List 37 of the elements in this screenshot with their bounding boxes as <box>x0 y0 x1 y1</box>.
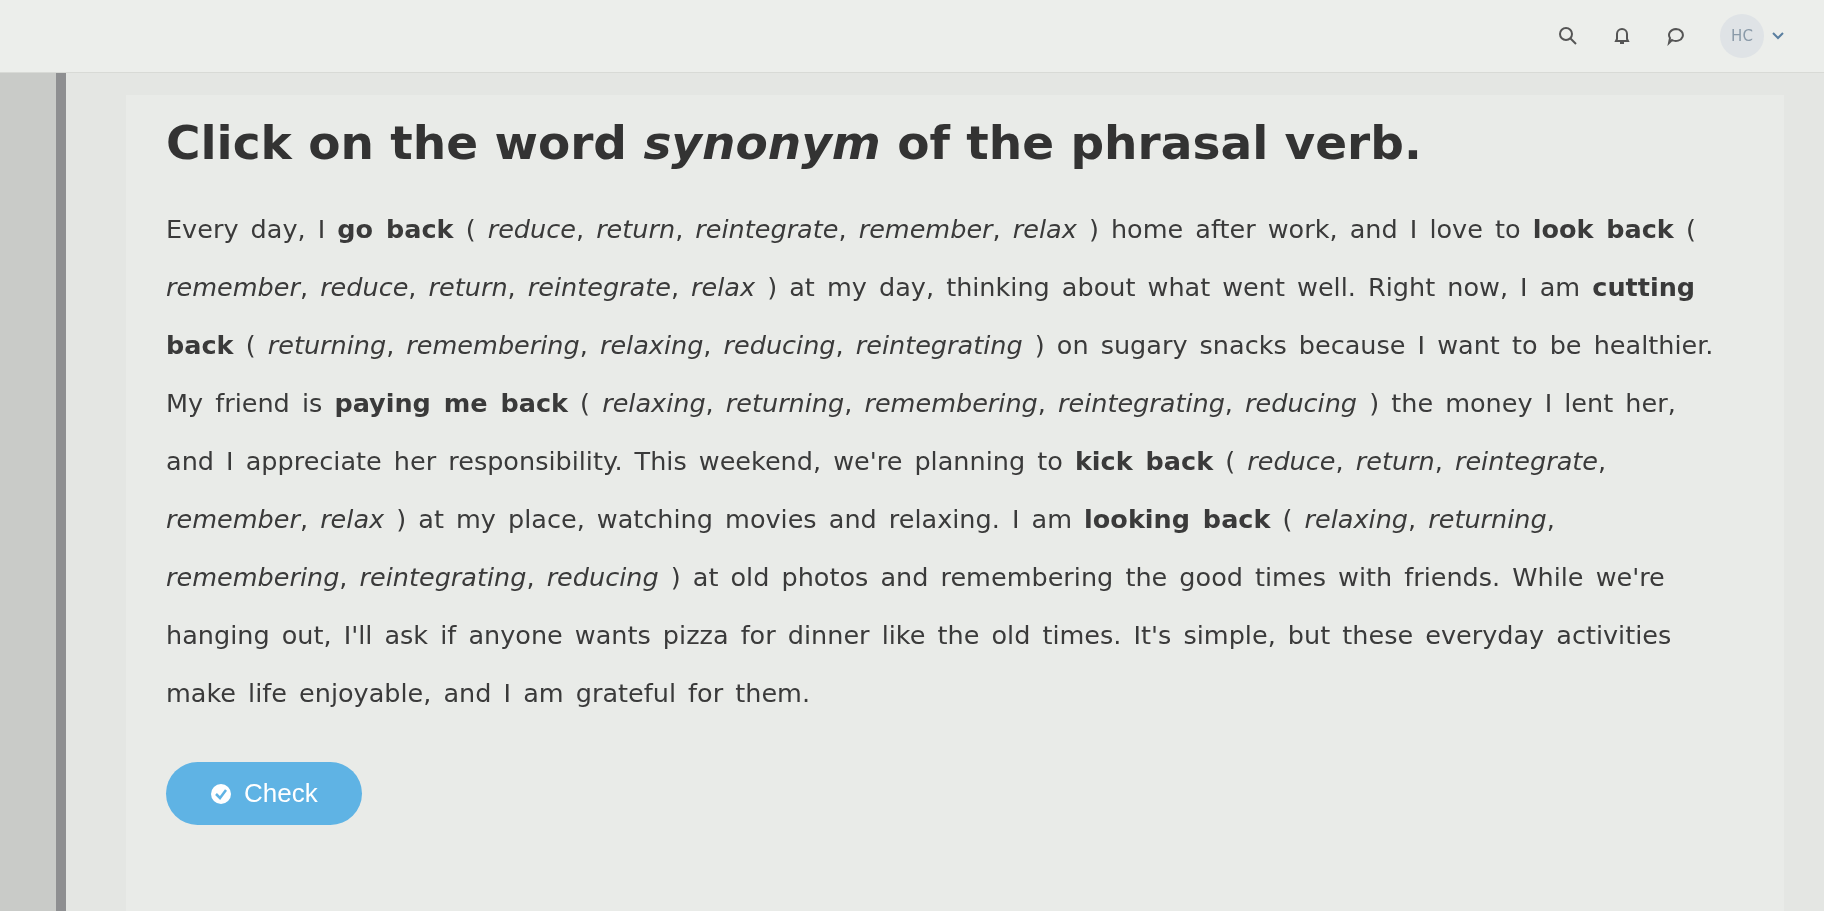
option-word[interactable]: relax <box>691 272 756 302</box>
option-word[interactable]: reduce <box>487 214 576 244</box>
option-word[interactable]: reintegrating <box>359 562 527 592</box>
option-word[interactable]: reducing <box>546 562 659 592</box>
option-word[interactable]: returning <box>267 330 387 360</box>
option-word[interactable]: remember <box>858 214 993 244</box>
option-word[interactable]: remembering <box>406 330 580 360</box>
option-word[interactable]: reintegrating <box>1058 388 1225 418</box>
option-word[interactable]: remembering <box>166 562 340 592</box>
option-word[interactable]: reducing <box>1245 388 1358 418</box>
option-word[interactable]: returning <box>1428 504 1547 534</box>
option-word[interactable]: remember <box>166 272 300 302</box>
search-icon[interactable] <box>1558 26 1578 46</box>
option-word[interactable]: relax <box>320 504 385 534</box>
option-word[interactable]: relax <box>1012 214 1077 244</box>
exercise-title: Click on the word synonym of the phrasal verb. <box>166 115 1423 170</box>
option-word[interactable]: return <box>596 214 676 244</box>
option-word[interactable]: reintegrate <box>695 214 839 244</box>
option-word[interactable]: returning <box>725 388 845 418</box>
option-word[interactable]: reducing <box>723 330 836 360</box>
option-word[interactable]: return <box>428 272 508 302</box>
bell-icon[interactable] <box>1612 26 1632 46</box>
option-word[interactable]: reduce <box>1247 446 1336 476</box>
option-word[interactable]: relaxing <box>602 388 706 418</box>
option-word[interactable]: reintegrate <box>527 272 671 302</box>
check-circle-icon <box>210 782 232 805</box>
option-word[interactable]: return <box>1355 446 1435 476</box>
option-word[interactable]: relaxing <box>1304 504 1408 534</box>
option-word[interactable]: reintegrate <box>1454 446 1598 476</box>
option-word[interactable]: reduce <box>320 272 409 302</box>
exercise-paragraph: Every day, I go back ( reduce, return, reintegrate, remember, relax ) home after work, and I love to look back ( remember, reduce, return, reintegrate, relax ) at my day, thinking about what went well. Right now, I am cutting back ( returning, remembering, relaxing, reducing, reintegrating ) on sugary snacks because I want to be healthier. My friend is paying me back ( relaxing, returning, remembering, reintegrating, reducing ) the money I lent her, and I appreciate her responsibility. This weekend, we're planning to kick back ( reduce, return, reintegrate, remember, relax ) at my place, watching movies and relaxing. I am looking back ( relaxing, returning, remembering, reintegrating, reducing ) at old photos and remembering the good times with friends. While we're hanging out, I'll ask if anyone wants pizza for dinner like the old times. It's simple, but these everyday activities make life enjoyable, and I am grateful for them. <box>166 213 1714 710</box>
option-word[interactable]: remembering <box>864 388 1038 418</box>
chat-icon[interactable] <box>1666 26 1686 46</box>
caret-icon[interactable] <box>1772 32 1784 40</box>
option-word[interactable]: remember <box>166 504 300 534</box>
option-word[interactable]: reintegrating <box>855 330 1023 360</box>
option-word[interactable]: relaxing <box>599 330 704 360</box>
